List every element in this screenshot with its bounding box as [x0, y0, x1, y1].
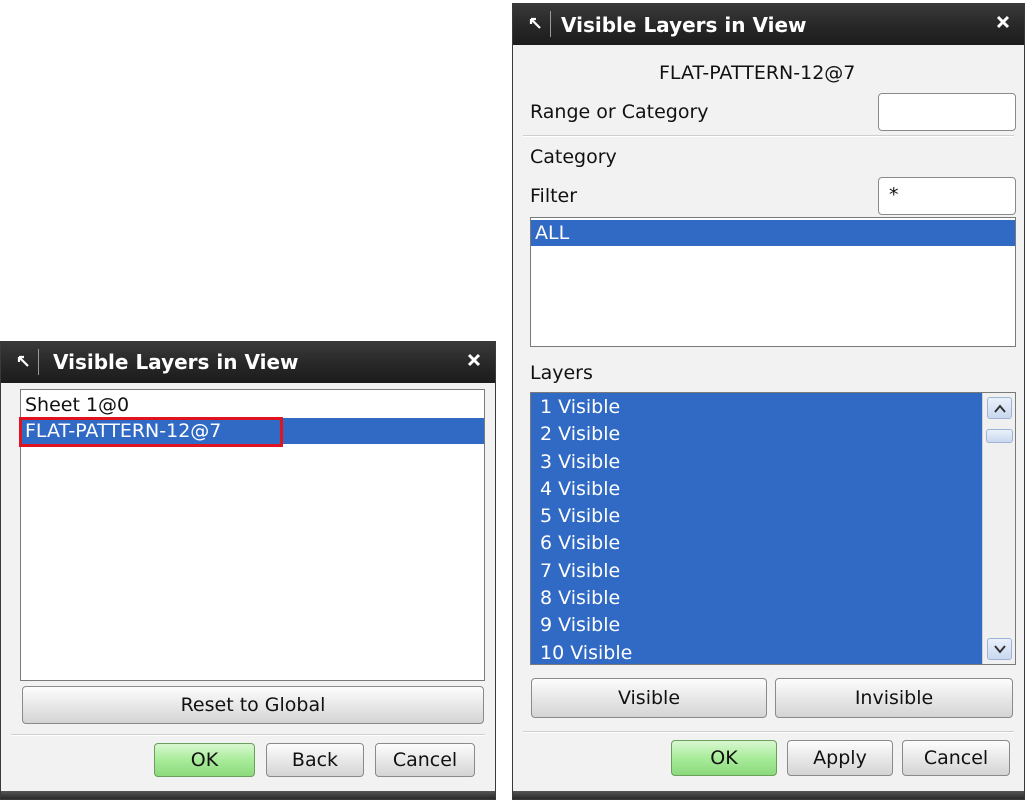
visible-button[interactable]: Visible: [531, 678, 767, 718]
apply-button[interactable]: Apply: [787, 740, 893, 776]
dialog-title: Visible Layers in View: [561, 13, 807, 37]
ok-button[interactable]: OK: [671, 740, 777, 776]
chevron-down-icon: [994, 645, 1006, 654]
scroll-up-button[interactable]: [987, 397, 1012, 419]
scroll-down-button[interactable]: [987, 638, 1012, 660]
visible-layers-dialog-right: Visible Layers in View FLAT-PATTERN-12@7…: [512, 3, 1025, 800]
scroll-thumb[interactable]: [986, 429, 1013, 443]
list-item-layer[interactable]: 8 Visible: [531, 585, 982, 613]
list-item-view[interactable]: Sheet 1@0: [21, 392, 484, 418]
category-label: Category: [530, 146, 617, 168]
cancel-button[interactable]: Cancel: [902, 740, 1010, 776]
back-button[interactable]: Back: [266, 743, 364, 777]
filter-input[interactable]: *: [878, 177, 1016, 215]
layers-items: 1 Visible 2 Visible 3 Visible 4 Visible 5 Vi…: [531, 394, 982, 664]
invisible-button[interactable]: Invisible: [775, 678, 1013, 718]
list-item-layer[interactable]: 2 Visible: [531, 421, 982, 449]
divider: [523, 135, 1014, 137]
range-or-category-input[interactable]: [878, 93, 1016, 131]
title-bar[interactable]: Visible Layers in View: [513, 3, 1024, 45]
close-icon[interactable]: [992, 11, 1016, 35]
layers-scrollbar[interactable]: [982, 393, 1015, 664]
list-item-layer[interactable]: 9 Visible: [531, 612, 982, 640]
close-icon[interactable]: [463, 349, 487, 373]
visible-layers-dialog-left: Visible Layers in View Sheet 1@0 FLAT-PA…: [0, 341, 496, 800]
title-bar[interactable]: Visible Layers in View: [1, 341, 495, 383]
pin-icon[interactable]: [11, 349, 39, 375]
cancel-button[interactable]: Cancel: [375, 743, 475, 777]
range-or-category-label: Range or Category: [530, 101, 709, 123]
list-item-layer[interactable]: 7 Visible: [531, 557, 982, 586]
bottom-edge: [1, 791, 495, 799]
divider: [523, 731, 1014, 733]
list-item-layer[interactable]: 4 Visible: [531, 475, 982, 504]
list-item-layer[interactable]: 10 Visible: [531, 639, 982, 664]
pin-icon[interactable]: [523, 11, 551, 37]
list-item-category[interactable]: ALL: [531, 220, 1015, 246]
ok-button[interactable]: OK: [154, 743, 255, 777]
list-item-layer[interactable]: 1 Visible: [531, 394, 982, 422]
layers-list[interactable]: 1 Visible 2 Visible 3 Visible 4 Visible 5 Vi…: [530, 392, 1016, 665]
list-item-layer[interactable]: 3 Visible: [531, 448, 982, 476]
list-item-layer[interactable]: 6 Visible: [531, 530, 982, 558]
bottom-edge: [513, 791, 1024, 799]
divider: [11, 734, 485, 736]
list-item-layer[interactable]: 5 Visible: [531, 503, 982, 531]
filter-label: Filter: [530, 185, 578, 207]
annotation-highlight-box: [19, 417, 283, 447]
chevron-up-icon: [994, 404, 1006, 413]
category-list[interactable]: ALL: [530, 217, 1016, 347]
layers-label: Layers: [530, 362, 593, 384]
view-name-label: FLAT-PATTERN-12@7: [659, 62, 856, 84]
dialog-title: Visible Layers in View: [53, 350, 299, 374]
reset-to-global-button[interactable]: Reset to Global: [22, 686, 484, 724]
